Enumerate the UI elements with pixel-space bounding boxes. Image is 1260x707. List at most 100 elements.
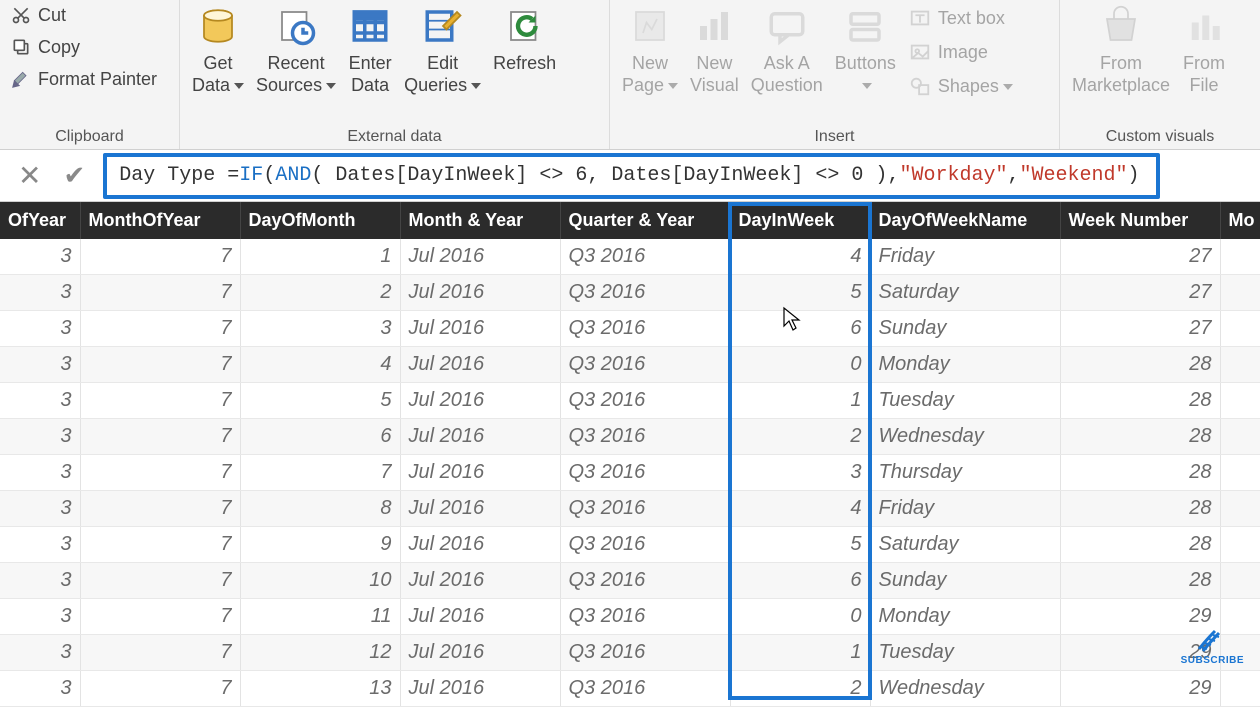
table-cell[interactable]: 28 (1060, 491, 1220, 527)
table-cell[interactable]: Jul 2016 (400, 455, 560, 491)
table-cell[interactable]: 28 (1060, 419, 1220, 455)
table-cell[interactable]: 3 (0, 671, 80, 707)
table-cell[interactable]: Q3 2016 (560, 275, 730, 311)
table-cell[interactable]: Q3 2016 (560, 419, 730, 455)
table-cell[interactable]: Q3 2016 (560, 671, 730, 707)
table-cell[interactable]: 7 (80, 347, 240, 383)
table-cell[interactable] (1220, 347, 1260, 383)
table-cell[interactable]: 5 (240, 383, 400, 419)
table-cell[interactable]: 27 (1060, 311, 1220, 347)
table-row[interactable]: 3712Jul 2016Q3 20161Tuesday29 (0, 635, 1260, 671)
table-cell[interactable]: Tuesday (870, 635, 1060, 671)
table-cell[interactable]: Tuesday (870, 383, 1060, 419)
get-data-button[interactable]: Get Data (186, 2, 250, 96)
table-cell[interactable]: 3 (0, 419, 80, 455)
table-row[interactable]: 374Jul 2016Q3 20160Monday28 (0, 347, 1260, 383)
column-header[interactable]: MonthOfYear (80, 202, 240, 239)
table-cell[interactable]: Q3 2016 (560, 311, 730, 347)
column-header[interactable]: Month & Year (400, 202, 560, 239)
table-cell[interactable]: 7 (80, 455, 240, 491)
table-cell[interactable]: Q3 2016 (560, 527, 730, 563)
table-cell[interactable]: 5 (730, 275, 870, 311)
textbox-button[interactable]: Text box (908, 6, 1013, 30)
table-cell[interactable]: 28 (1060, 347, 1220, 383)
cut-button[interactable]: Cut (10, 4, 157, 26)
recent-sources-button[interactable]: Recent Sources (250, 2, 342, 96)
table-cell[interactable]: 4 (240, 347, 400, 383)
table-cell[interactable] (1220, 671, 1260, 707)
table-cell[interactable]: Thursday (870, 455, 1060, 491)
table-cell[interactable]: Wednesday (870, 671, 1060, 707)
table-cell[interactable]: Sunday (870, 563, 1060, 599)
column-header[interactable]: OfYear (0, 202, 80, 239)
table-row[interactable]: 3711Jul 2016Q3 20160Monday29 (0, 599, 1260, 635)
table-cell[interactable]: Monday (870, 599, 1060, 635)
cancel-formula-button[interactable]: ✕ (18, 159, 41, 192)
table-cell[interactable]: Saturday (870, 275, 1060, 311)
table-cell[interactable] (1220, 527, 1260, 563)
table-cell[interactable] (1220, 491, 1260, 527)
table-cell[interactable]: 3 (0, 563, 80, 599)
table-cell[interactable]: Wednesday (870, 419, 1060, 455)
shapes-button[interactable]: Shapes (908, 74, 1013, 98)
refresh-button[interactable]: Refresh (487, 2, 562, 74)
table-cell[interactable]: 12 (240, 635, 400, 671)
table-cell[interactable]: Q3 2016 (560, 563, 730, 599)
table-cell[interactable]: Jul 2016 (400, 347, 560, 383)
format-painter-button[interactable]: Format Painter (10, 68, 157, 90)
table-cell[interactable]: Friday (870, 239, 1060, 275)
table-cell[interactable]: 3 (0, 635, 80, 671)
table-cell[interactable] (1220, 239, 1260, 275)
table-cell[interactable]: 7 (80, 383, 240, 419)
table-row[interactable]: 379Jul 2016Q3 20165Saturday28 (0, 527, 1260, 563)
table-cell[interactable]: Jul 2016 (400, 563, 560, 599)
column-header[interactable]: Quarter & Year (560, 202, 730, 239)
table-cell[interactable]: 0 (730, 347, 870, 383)
buttons-button[interactable]: Buttons (829, 2, 902, 96)
table-cell[interactable]: Saturday (870, 527, 1060, 563)
new-visual-button[interactable]: New Visual (684, 2, 745, 96)
table-cell[interactable]: Friday (870, 491, 1060, 527)
table-cell[interactable] (1220, 311, 1260, 347)
ask-question-button[interactable]: Ask A Question (745, 2, 829, 96)
image-button[interactable]: Image (908, 40, 1013, 64)
enter-data-button[interactable]: Enter Data (342, 2, 398, 96)
table-cell[interactable]: 7 (80, 563, 240, 599)
from-file-button[interactable]: From File (1176, 2, 1232, 96)
table-cell[interactable] (1220, 563, 1260, 599)
table-row[interactable]: 371Jul 2016Q3 20164Friday27 (0, 239, 1260, 275)
table-row[interactable]: 3710Jul 2016Q3 20166Sunday28 (0, 563, 1260, 599)
copy-button[interactable]: Copy (10, 36, 157, 58)
column-header[interactable]: DayOfWeekName (870, 202, 1060, 239)
table-cell[interactable]: 3 (0, 347, 80, 383)
table-cell[interactable]: 9 (240, 527, 400, 563)
table-cell[interactable]: Jul 2016 (400, 311, 560, 347)
data-grid[interactable]: OfYearMonthOfYearDayOfMonthMonth & YearQ… (0, 202, 1260, 707)
table-cell[interactable]: 7 (80, 311, 240, 347)
table-cell[interactable]: 11 (240, 599, 400, 635)
table-cell[interactable]: 7 (80, 635, 240, 671)
table-cell[interactable]: 1 (240, 239, 400, 275)
table-cell[interactable]: Jul 2016 (400, 383, 560, 419)
table-cell[interactable]: 28 (1060, 563, 1220, 599)
table-cell[interactable]: 4 (730, 491, 870, 527)
column-header[interactable]: Week Number (1060, 202, 1220, 239)
table-cell[interactable]: 1 (730, 383, 870, 419)
table-cell[interactable]: 7 (80, 239, 240, 275)
table-cell[interactable]: Jul 2016 (400, 671, 560, 707)
table-cell[interactable]: 3 (0, 383, 80, 419)
table-row[interactable]: 375Jul 2016Q3 20161Tuesday28 (0, 383, 1260, 419)
new-page-button[interactable]: New Page (616, 2, 684, 96)
table-cell[interactable]: 1 (730, 635, 870, 671)
from-marketplace-button[interactable]: From Marketplace (1066, 2, 1176, 96)
table-row[interactable]: 376Jul 2016Q3 20162Wednesday28 (0, 419, 1260, 455)
table-cell[interactable]: Q3 2016 (560, 491, 730, 527)
table-cell[interactable]: 10 (240, 563, 400, 599)
table-cell[interactable]: 7 (240, 455, 400, 491)
table-cell[interactable]: 7 (80, 419, 240, 455)
table-cell[interactable] (1220, 275, 1260, 311)
table-row[interactable]: 3713Jul 2016Q3 20162Wednesday29 (0, 671, 1260, 707)
table-row[interactable]: 372Jul 2016Q3 20165Saturday27 (0, 275, 1260, 311)
table-cell[interactable]: 3 (0, 239, 80, 275)
commit-formula-button[interactable]: ✔ (63, 160, 85, 191)
